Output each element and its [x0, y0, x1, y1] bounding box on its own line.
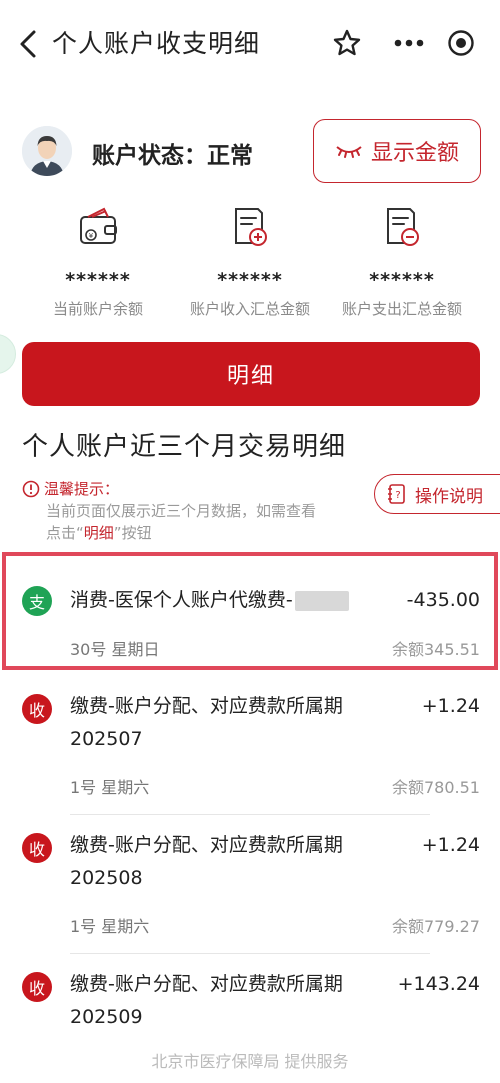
- operation-guide-button[interactable]: ? 操作说明: [374, 474, 500, 514]
- expense-badge: 支: [22, 586, 52, 616]
- star-icon[interactable]: [332, 28, 362, 58]
- back-icon[interactable]: [14, 26, 44, 62]
- stat-value: ******: [65, 269, 131, 291]
- doc-minus-icon: [387, 208, 419, 246]
- section-title: 个人账户近三个月交易明细: [22, 432, 347, 462]
- info-icon: [22, 480, 40, 497]
- tip-text: 当前页面仅展示近三个月数据，如需查看: [46, 502, 317, 520]
- transaction-date: 1号 星期六: [70, 917, 150, 936]
- transaction-date: 1号 星期六: [70, 778, 150, 797]
- stat-label: 账户支出汇总金额: [341, 300, 462, 318]
- income-badge: 收: [22, 972, 52, 1002]
- transaction-amount: +1.24: [421, 834, 480, 856]
- svg-text:?: ?: [395, 490, 400, 501]
- operation-guide-label: 操作说明: [415, 486, 483, 507]
- transaction-desc: 消费-医保个人账户代缴费-: [70, 584, 390, 617]
- transaction-balance: 余额345.51: [392, 640, 480, 659]
- stat-value: ******: [217, 269, 283, 291]
- transaction-desc: 缴费-账户分配、对应费款所属期202509: [70, 973, 343, 1028]
- transaction-date: 30号 星期日: [70, 640, 160, 659]
- eye-closed-icon: [336, 146, 362, 158]
- transaction-desc-text: 消费-医保个人账户代缴费-: [70, 589, 293, 611]
- avatar-person-icon: [22, 126, 72, 176]
- transaction-desc: 缴费-账户分配、对应费款所属期202507: [70, 695, 343, 750]
- transaction-amount: -435.00: [406, 589, 480, 611]
- tip-title: 温馨提示：: [44, 480, 120, 498]
- floating-side-tab[interactable]: [0, 334, 16, 374]
- doc-plus-icon: [235, 208, 267, 246]
- target-icon[interactable]: [446, 28, 476, 58]
- account-status: 账户状态：正常: [92, 143, 253, 169]
- stat-label: 账户收入汇总金额: [189, 300, 310, 318]
- row-divider: [70, 953, 430, 954]
- more-icon[interactable]: [392, 28, 426, 58]
- footer-provider: 北京市医疗保障局 提供服务: [151, 1052, 349, 1071]
- avatar: [22, 126, 72, 176]
- stat-expense-total: ****** 账户支出汇总金额: [322, 205, 482, 319]
- income-badge: 收: [22, 833, 52, 863]
- page-title: 个人账户收支明细: [52, 29, 261, 58]
- detail-button[interactable]: 明细: [22, 342, 480, 406]
- transaction-desc: 缴费-账户分配、对应费款所属期202508: [70, 834, 343, 889]
- stat-label: 当前账户余额: [52, 300, 143, 318]
- tip-text: ”按钮: [113, 524, 152, 542]
- income-badge: 收: [22, 694, 52, 724]
- tip-text: 点击“: [46, 524, 84, 542]
- tip-header: 温馨提示：: [22, 478, 119, 499]
- transaction-balance: 余额779.27: [392, 917, 480, 936]
- stat-income-total: ****** 账户收入汇总金额: [170, 205, 330, 319]
- masked-text: [294, 590, 349, 611]
- transaction-amount: +1.24: [421, 695, 480, 717]
- stat-current-balance: ¥ ****** 当前账户余额: [18, 205, 178, 319]
- transaction-amount: +143.24: [397, 973, 480, 995]
- stat-value: ******: [369, 269, 435, 291]
- wallet-icon: ¥: [80, 207, 117, 244]
- transaction-balance: 余额780.51: [392, 778, 480, 797]
- tip-link: 明细: [83, 524, 114, 542]
- show-amount-label: 显示金额: [370, 141, 459, 166]
- row-divider: [70, 814, 430, 815]
- top-bar: 个人账户收支明细: [0, 0, 500, 88]
- svg-text:¥: ¥: [89, 232, 94, 240]
- show-amount-button[interactable]: 显示金额: [313, 119, 481, 183]
- guide-book-icon: ?: [388, 484, 405, 504]
